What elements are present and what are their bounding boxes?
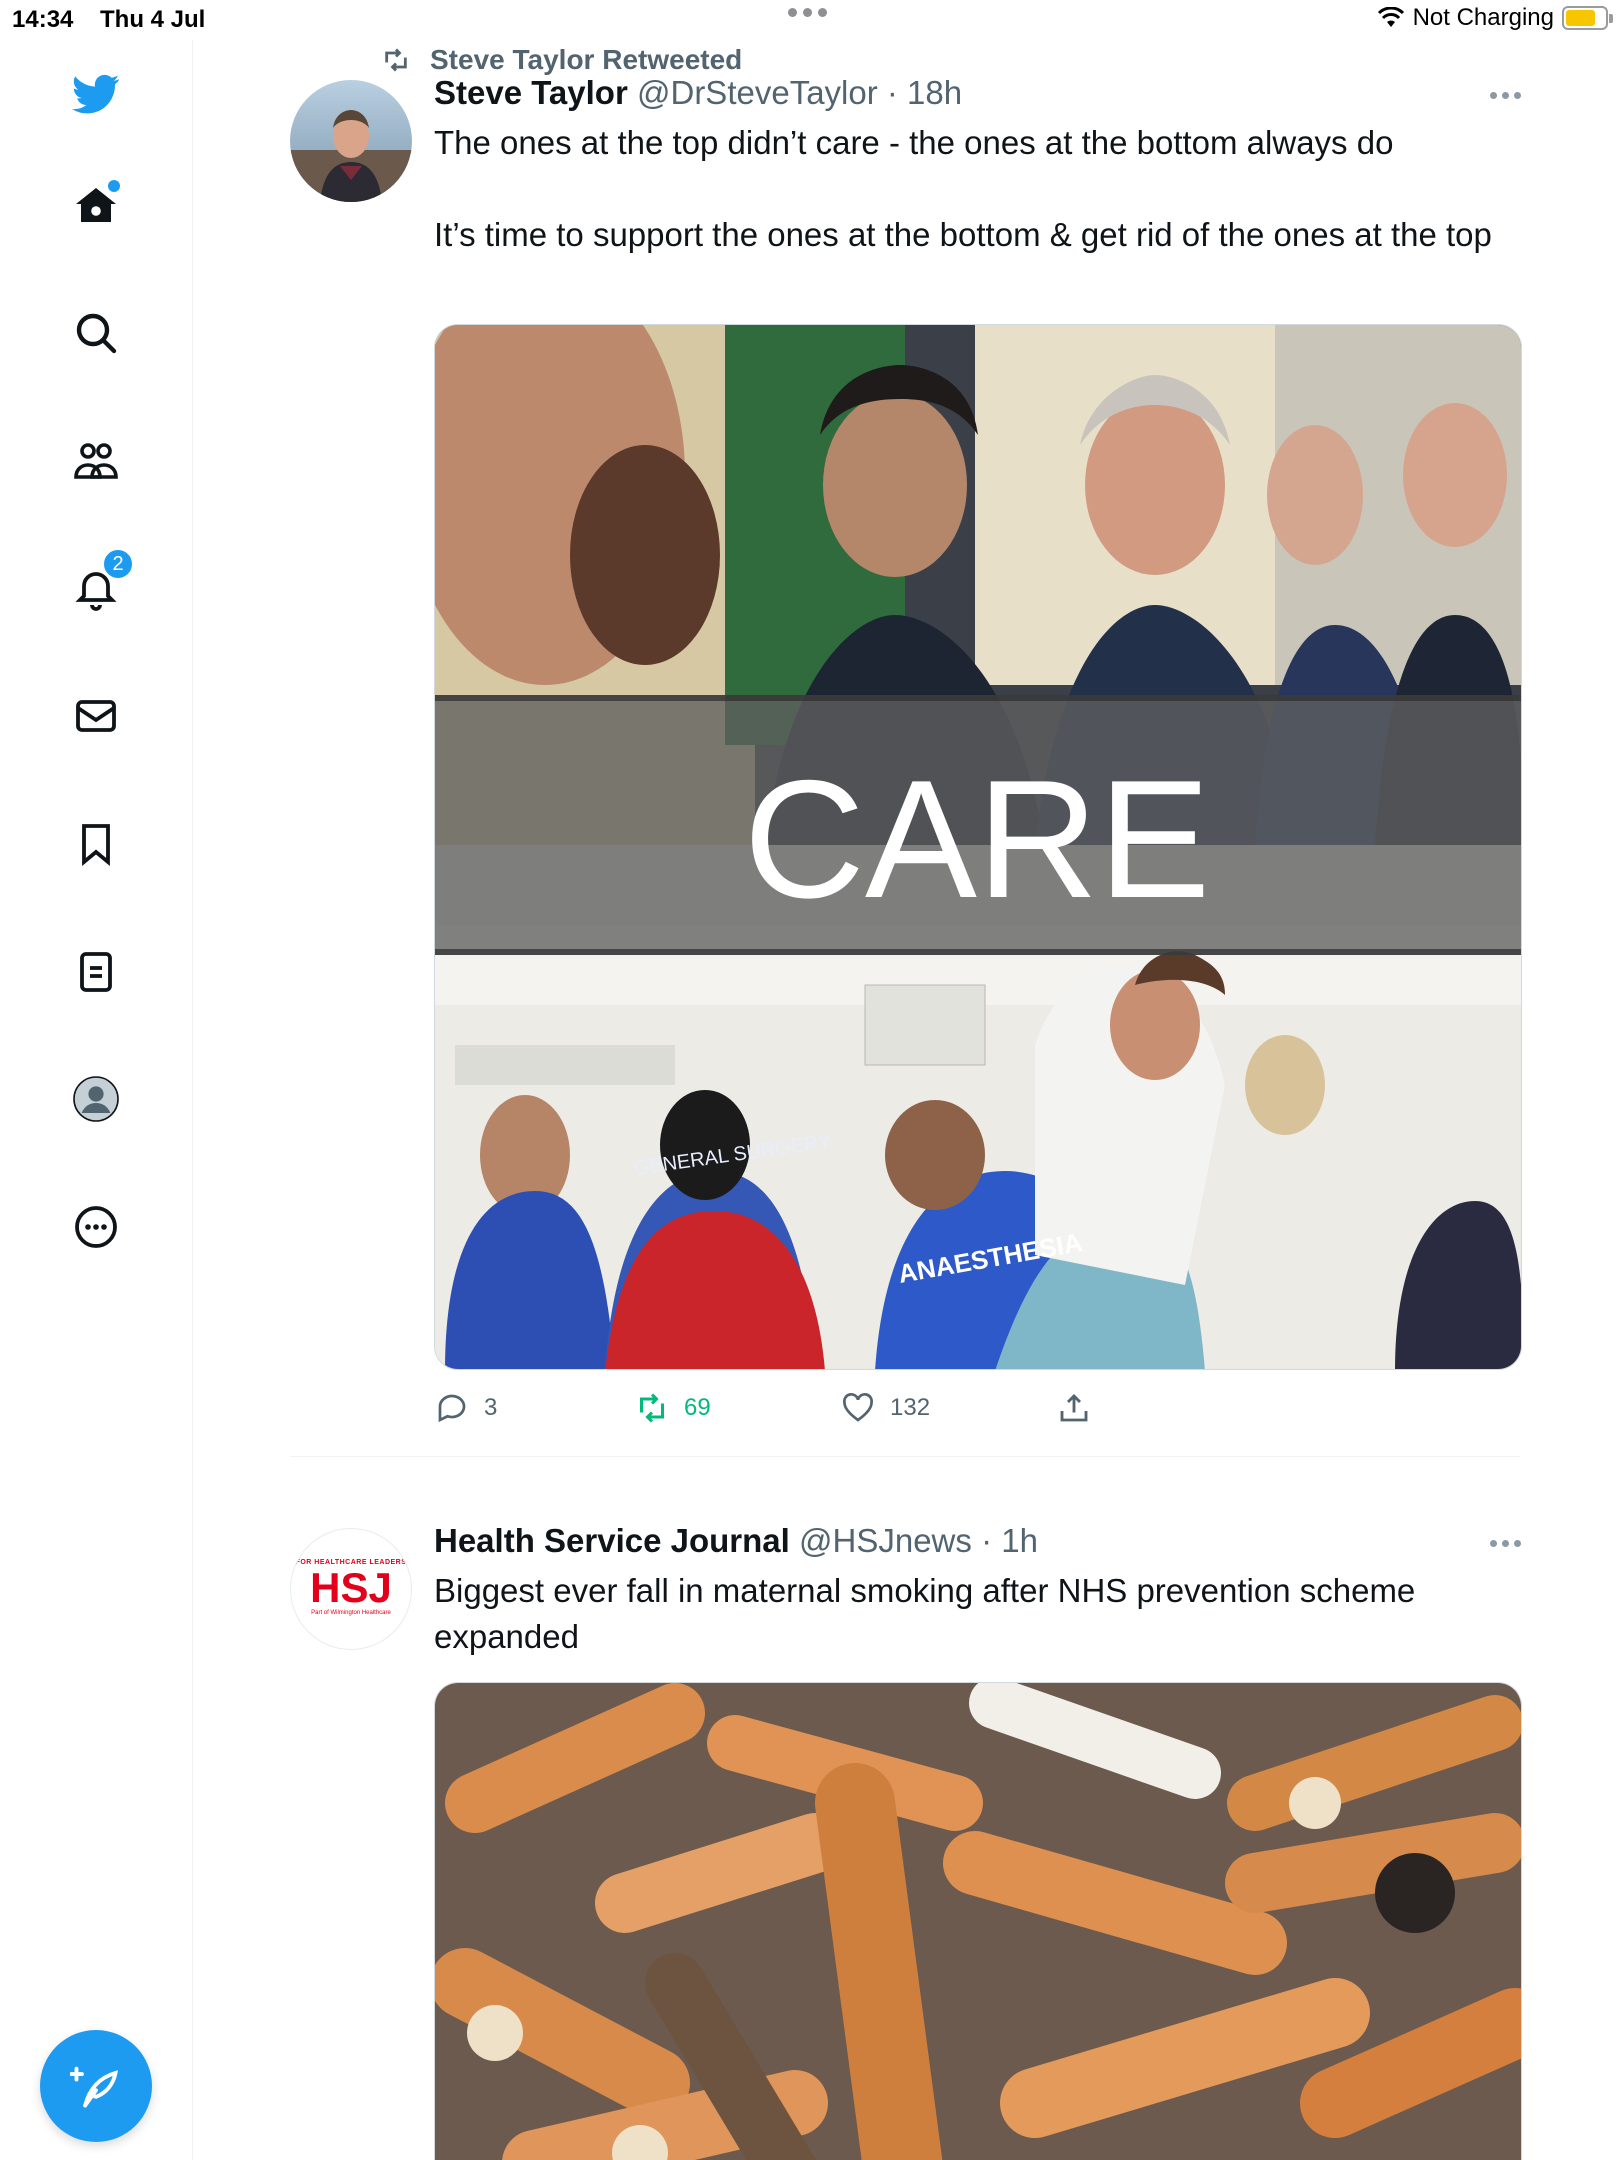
tweet[interactable]: Steve Taylor Retweeted Steve Taylor @DrS…: [194, 40, 1524, 1460]
messages-icon[interactable]: [68, 688, 124, 744]
care-photo-collage: CARE GENERAL SURGERY ANAESTHESIA: [435, 325, 1521, 1369]
like-button[interactable]: 132: [840, 1390, 1056, 1426]
notifications-badge: 2: [102, 548, 134, 580]
tweet-media[interactable]: [434, 1682, 1522, 2160]
reply-icon: [438, 1394, 466, 1423]
home-unread-dot: [108, 180, 120, 192]
hsj-logo-text: HSJ: [310, 1564, 392, 1611]
retweet-button[interactable]: 69: [634, 1390, 840, 1426]
hsj-logo-avatar[interactable]: FOR HEALTHCARE LEADERS HSJ Part of Wilmi…: [290, 1528, 412, 1650]
profile-icon[interactable]: [68, 1071, 124, 1127]
tweet-divider: [290, 1456, 1520, 1457]
author-name[interactable]: Health Service Journal: [434, 1522, 790, 1559]
media-overlay-text: CARE: [744, 745, 1211, 933]
tweet-more-button[interactable]: [1490, 1540, 1521, 1547]
sidebar-nav: 2: [0, 40, 193, 2160]
tweet-header: Steve Taylor @DrSteveTaylor · 18h: [434, 74, 962, 112]
cigarette-butts-photo: [435, 1683, 1521, 2160]
charging-status: Not Charging: [1412, 4, 1554, 31]
search-icon[interactable]: [68, 305, 124, 361]
home-icon[interactable]: [68, 178, 124, 234]
like-count: 132: [890, 1394, 931, 1421]
multitasking-dots[interactable]: [788, 8, 827, 17]
status-right: Not Charging: [1377, 4, 1613, 32]
author-handle[interactable]: @DrSteveTaylor: [637, 74, 878, 111]
bookmarks-icon[interactable]: [68, 816, 124, 872]
tweet-actions: 3 69 132: [434, 1390, 1092, 1426]
twitter-logo-icon[interactable]: [68, 66, 124, 122]
share-icon: [1060, 1393, 1088, 1422]
reply-count: 3: [484, 1394, 498, 1421]
compose-tweet-button[interactable]: [40, 2030, 152, 2142]
status-bar: 14:34 Thu 4 Jul Not Charging: [0, 0, 1620, 40]
tweet-text: Biggest ever fall in maternal smoking af…: [434, 1572, 1416, 1655]
tweet-media[interactable]: CARE GENERAL SURGERY ANAESTHESIA: [434, 324, 1522, 1370]
avatar[interactable]: [290, 80, 412, 202]
lists-icon[interactable]: [68, 944, 124, 1000]
share-button[interactable]: [1056, 1390, 1092, 1426]
tweet-more-button[interactable]: [1490, 92, 1521, 99]
status-date: Thu 4 Jul: [100, 6, 206, 33]
tweet-time[interactable]: · 18h: [887, 74, 962, 111]
heart-icon: [843, 1393, 873, 1422]
retweet-small-icon: [385, 48, 407, 72]
communities-icon[interactable]: [68, 433, 124, 489]
status-time: 14:34: [12, 6, 74, 33]
reply-button[interactable]: 3: [434, 1390, 634, 1426]
author-name[interactable]: Steve Taylor: [434, 74, 628, 111]
retweet-count: 69: [684, 1394, 711, 1421]
tweet-text: The ones at the top didn’t care - the on…: [434, 124, 1492, 253]
compose-feather-icon: [70, 2066, 119, 2108]
notifications-icon[interactable]: 2: [68, 548, 134, 616]
timeline: Steve Taylor Retweeted Steve Taylor @DrS…: [194, 40, 1524, 2160]
tweet-time[interactable]: · 1h: [981, 1522, 1038, 1559]
author-handle[interactable]: @HSJnews: [799, 1522, 972, 1559]
tweet-header: Health Service Journal @HSJnews · 1h: [434, 1522, 1038, 1560]
battery-icon: [1562, 6, 1613, 30]
tweet[interactable]: FOR HEALTHCARE LEADERS HSJ Part of Wilmi…: [194, 1458, 1524, 2160]
more-icon[interactable]: [68, 1199, 124, 1255]
retweet-icon: [640, 1393, 664, 1423]
wifi-icon: [1377, 7, 1404, 27]
